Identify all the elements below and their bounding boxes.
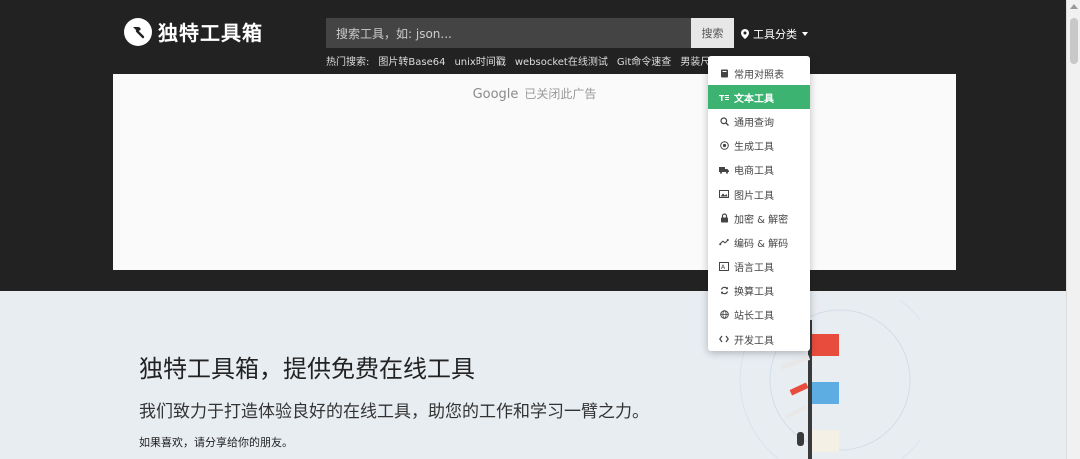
- dropdown-item-dev[interactable]: 开发工具: [708, 327, 810, 351]
- hot-search-label: 热门搜索:: [326, 57, 370, 68]
- dropdown-item-generate[interactable]: 生成工具: [708, 134, 810, 158]
- dropdown-item-label: 编码 & 解码: [734, 238, 789, 250]
- dropdown-item-label: 常用对照表: [734, 69, 784, 81]
- vertical-scrollbar[interactable]: [1066, 0, 1080, 459]
- category-dropdown-menu: 常用对照表 T 文本工具 通用查询 生成工具 电商工具 图片工具 加密 & 解密…: [708, 56, 810, 351]
- hammer-icon: [124, 17, 152, 46]
- dropdown-item-encode[interactable]: 编码 & 解码: [708, 230, 810, 254]
- hero-title: 独特工具箱，提供免费在线工具: [139, 355, 475, 383]
- dropdown-item-query[interactable]: 通用查询: [708, 109, 810, 133]
- site-logo[interactable]: 独特工具箱: [124, 17, 263, 46]
- text-icon: T: [719, 92, 729, 102]
- dropdown-item-label: 加密 & 解密: [734, 214, 789, 226]
- dropdown-item-label: 文本工具: [734, 93, 774, 105]
- svg-text:T: T: [719, 94, 725, 102]
- globe-icon: [719, 310, 729, 320]
- dropdown-item-label: 图片工具: [734, 190, 774, 202]
- dropdown-item-label: 通用查询: [734, 117, 774, 129]
- svg-text:A: A: [721, 264, 726, 271]
- dropdown-item-label: 站长工具: [734, 311, 774, 323]
- hot-search-link[interactable]: websocket在线测试: [515, 53, 608, 68]
- ad-closed-text: 已关闭此广告: [524, 87, 597, 101]
- hot-search-link[interactable]: Git命令速查: [617, 53, 671, 68]
- google-wordmark: Google: [472, 87, 519, 102]
- dropdown-item-label: 语言工具: [734, 263, 774, 275]
- dropdown-item-ecommerce[interactable]: 电商工具: [708, 158, 810, 182]
- map-marker-icon: [741, 29, 749, 39]
- dropdown-item-label: 开发工具: [734, 335, 774, 347]
- dropdown-item-cheatsheet[interactable]: 常用对照表: [708, 61, 810, 85]
- dropdown-item-text-tools[interactable]: T 文本工具: [708, 85, 810, 110]
- dropdown-item-label: 换算工具: [734, 287, 774, 299]
- dropdown-item-language[interactable]: A 语言工具: [708, 255, 810, 279]
- truck-icon: [719, 165, 729, 175]
- dropdown-item-webmaster[interactable]: 站长工具: [708, 303, 810, 327]
- code-fork-icon: [719, 237, 729, 247]
- target-icon: [719, 141, 729, 151]
- dropdown-item-convert[interactable]: 换算工具: [708, 279, 810, 303]
- logo-text: 独特工具箱: [158, 21, 263, 45]
- code-icon: [719, 334, 729, 344]
- image-icon: [719, 189, 729, 199]
- hot-search-bar: 热门搜索: 图片转Base64 unix时间戳 websocket在线测试 Gi…: [326, 53, 720, 68]
- refresh-icon: [719, 286, 729, 296]
- hot-search-link[interactable]: unix时间戳: [454, 53, 505, 68]
- search-button[interactable]: 搜索: [691, 18, 734, 48]
- hot-search-link[interactable]: 图片转Base64: [378, 53, 445, 68]
- ad-placeholder: Google 已关闭此广告: [113, 74, 956, 270]
- dropdown-item-label: 生成工具: [734, 142, 774, 154]
- lock-icon: [719, 213, 729, 223]
- dropdown-item-encrypt[interactable]: 加密 & 解密: [708, 206, 810, 230]
- ad-closed-notice: Google 已关闭此广告: [113, 85, 956, 102]
- search-icon: [719, 116, 729, 126]
- category-dropdown-toggle[interactable]: 工具分类: [741, 26, 808, 42]
- search-input[interactable]: 搜索工具，如: json...: [326, 18, 692, 48]
- scrollbar-thumb[interactable]: [1070, 18, 1078, 64]
- dropdown-item-label: 电商工具: [734, 166, 774, 178]
- scroll-up-icon[interactable]: [1070, 4, 1078, 9]
- language-icon: A: [719, 262, 729, 272]
- dropdown-item-image[interactable]: 图片工具: [708, 182, 810, 206]
- hero-share-text: 如果喜欢，请分享给你的朋友。: [139, 436, 293, 449]
- caret-down-icon: [802, 32, 808, 36]
- category-label: 工具分类: [753, 28, 797, 41]
- search-placeholder: 搜索工具，如: json...: [336, 26, 452, 41]
- book-icon: [719, 68, 729, 78]
- hero-subtitle: 我们致力于打造体验良好的在线工具，助您的工作和学习一臂之力。: [139, 402, 649, 422]
